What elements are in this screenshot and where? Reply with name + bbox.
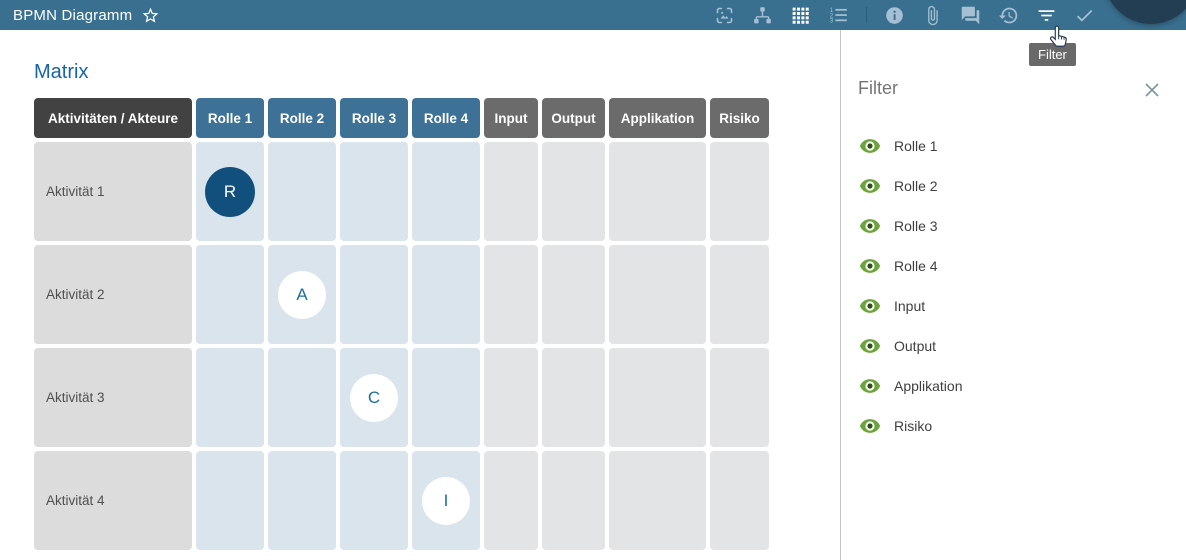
filter-item-label: Rolle 1 <box>894 138 938 154</box>
matrix-cell[interactable] <box>268 142 336 241</box>
info-icon[interactable] <box>884 5 905 26</box>
matrix-cell[interactable] <box>484 245 538 344</box>
column-header-rolle-1[interactable]: Rolle 1 <box>196 98 264 138</box>
visibility-icon[interactable] <box>859 415 881 437</box>
comments-icon[interactable] <box>960 5 981 26</box>
matrix-cell[interactable]: C <box>340 348 408 447</box>
matrix-cell[interactable] <box>340 245 408 344</box>
page-title: Matrix <box>34 61 88 84</box>
filter-icon[interactable] <box>1036 5 1057 26</box>
matrix-cell[interactable] <box>710 245 769 344</box>
matrix-cell[interactable] <box>609 245 706 344</box>
column-header-output[interactable]: Output <box>542 98 605 138</box>
matrix-cell[interactable] <box>196 451 264 550</box>
visibility-icon[interactable] <box>859 375 881 397</box>
filter-item-input[interactable]: Input <box>859 286 1176 326</box>
raci-badge-consulted[interactable]: C <box>350 374 398 422</box>
column-header-rolle-2[interactable]: Rolle 2 <box>268 98 336 138</box>
org-chart-icon[interactable] <box>752 5 773 26</box>
filter-item-label: Applikation <box>894 378 963 394</box>
filter-tooltip: Filter <box>1029 43 1076 66</box>
filter-item-label: Output <box>894 338 936 354</box>
filter-item-rolle-2[interactable]: Rolle 2 <box>859 166 1176 206</box>
visibility-icon[interactable] <box>859 255 881 277</box>
column-header-rolle-3[interactable]: Rolle 3 <box>340 98 408 138</box>
visibility-icon[interactable] <box>859 215 881 237</box>
matrix-cell[interactable] <box>542 245 605 344</box>
history-icon[interactable] <box>998 5 1019 26</box>
filter-item-risiko[interactable]: Risiko <box>859 406 1176 446</box>
row-label-aktivitaet-2[interactable]: Aktivität 2 <box>34 245 192 344</box>
matrix-cell[interactable]: R <box>196 142 264 241</box>
row-label-aktivitaet-3[interactable]: Aktivität 3 <box>34 348 192 447</box>
filter-item-label: Input <box>894 298 925 314</box>
filter-item-label: Risiko <box>894 418 932 434</box>
star-outline-icon[interactable] <box>141 6 160 25</box>
matrix-cell[interactable] <box>542 142 605 241</box>
user-avatar[interactable] <box>1104 0 1186 24</box>
raci-badge-responsible[interactable]: R <box>205 167 255 217</box>
matrix-cell[interactable] <box>710 348 769 447</box>
toolbar: 1 2 3 <box>714 0 1095 30</box>
filter-item-rolle-4[interactable]: Rolle 4 <box>859 246 1176 286</box>
toolbar-divider <box>866 7 867 23</box>
filter-item-rolle-1[interactable]: Rolle 1 <box>859 126 1176 166</box>
top-bar: BPMN Diagramm <box>0 0 1186 30</box>
filter-item-applikation[interactable]: Applikation <box>859 366 1176 406</box>
matrix-cell[interactable] <box>268 348 336 447</box>
image-view-icon[interactable] <box>714 5 735 26</box>
matrix-cell[interactable] <box>609 348 706 447</box>
matrix-cell[interactable] <box>412 245 480 344</box>
filter-panel: Filter Rolle 1 Rolle 2 Rolle 3 Rolle 4 I… <box>840 30 1186 560</box>
matrix-cell[interactable] <box>484 142 538 241</box>
filter-item-output[interactable]: Output <box>859 326 1176 366</box>
numbered-list-icon[interactable]: 1 2 3 <box>828 5 849 26</box>
matrix-cell[interactable] <box>542 348 605 447</box>
matrix-cell[interactable]: A <box>268 245 336 344</box>
visibility-icon[interactable] <box>859 295 881 317</box>
matrix-cell[interactable] <box>196 245 264 344</box>
column-header-risiko[interactable]: Risiko <box>710 98 769 138</box>
matrix-cell[interactable]: I <box>412 451 480 550</box>
svg-text:3: 3 <box>830 17 834 24</box>
matrix-cell[interactable] <box>710 142 769 241</box>
matrix-cell[interactable] <box>340 142 408 241</box>
check-icon[interactable] <box>1074 5 1095 26</box>
matrix-cell[interactable] <box>484 451 538 550</box>
column-header-rolle-4[interactable]: Rolle 4 <box>412 98 480 138</box>
row-label-aktivitaet-1[interactable]: Aktivität 1 <box>34 142 192 241</box>
matrix-cell[interactable] <box>542 451 605 550</box>
visibility-icon[interactable] <box>859 335 881 357</box>
matrix-grid-icon[interactable] <box>790 5 811 26</box>
document-title: BPMN Diagramm <box>13 7 132 24</box>
column-header-input[interactable]: Input <box>484 98 538 138</box>
matrix-cell[interactable] <box>412 142 480 241</box>
column-header-applikation[interactable]: Applikation <box>609 98 706 138</box>
filter-item-rolle-3[interactable]: Rolle 3 <box>859 206 1176 246</box>
raci-matrix: Aktivitäten / Akteure Rolle 1 Rolle 2 Ro… <box>34 98 769 550</box>
matrix-cell[interactable] <box>268 451 336 550</box>
visibility-icon[interactable] <box>859 135 881 157</box>
visibility-icon[interactable] <box>859 175 881 197</box>
matrix-cell[interactable] <box>412 348 480 447</box>
filter-item-label: Rolle 4 <box>894 258 938 274</box>
raci-badge-accountable[interactable]: A <box>278 271 326 319</box>
matrix-cell[interactable] <box>710 451 769 550</box>
matrix-cell[interactable] <box>609 142 706 241</box>
matrix-cell[interactable] <box>340 451 408 550</box>
raci-badge-informed[interactable]: I <box>422 477 470 525</box>
matrix-cell[interactable] <box>609 451 706 550</box>
filter-panel-title: Filter <box>858 78 898 99</box>
filter-list: Rolle 1 Rolle 2 Rolle 3 Rolle 4 Input Ou… <box>859 126 1176 446</box>
attachment-icon[interactable] <box>922 5 943 26</box>
close-icon[interactable] <box>1140 78 1164 102</box>
row-label-aktivitaet-4[interactable]: Aktivität 4 <box>34 451 192 550</box>
filter-item-label: Rolle 2 <box>894 178 938 194</box>
matrix-cell[interactable] <box>196 348 264 447</box>
filter-item-label: Rolle 3 <box>894 218 938 234</box>
column-header-aktivitaeten-akteure[interactable]: Aktivitäten / Akteure <box>34 98 192 138</box>
matrix-cell[interactable] <box>484 348 538 447</box>
